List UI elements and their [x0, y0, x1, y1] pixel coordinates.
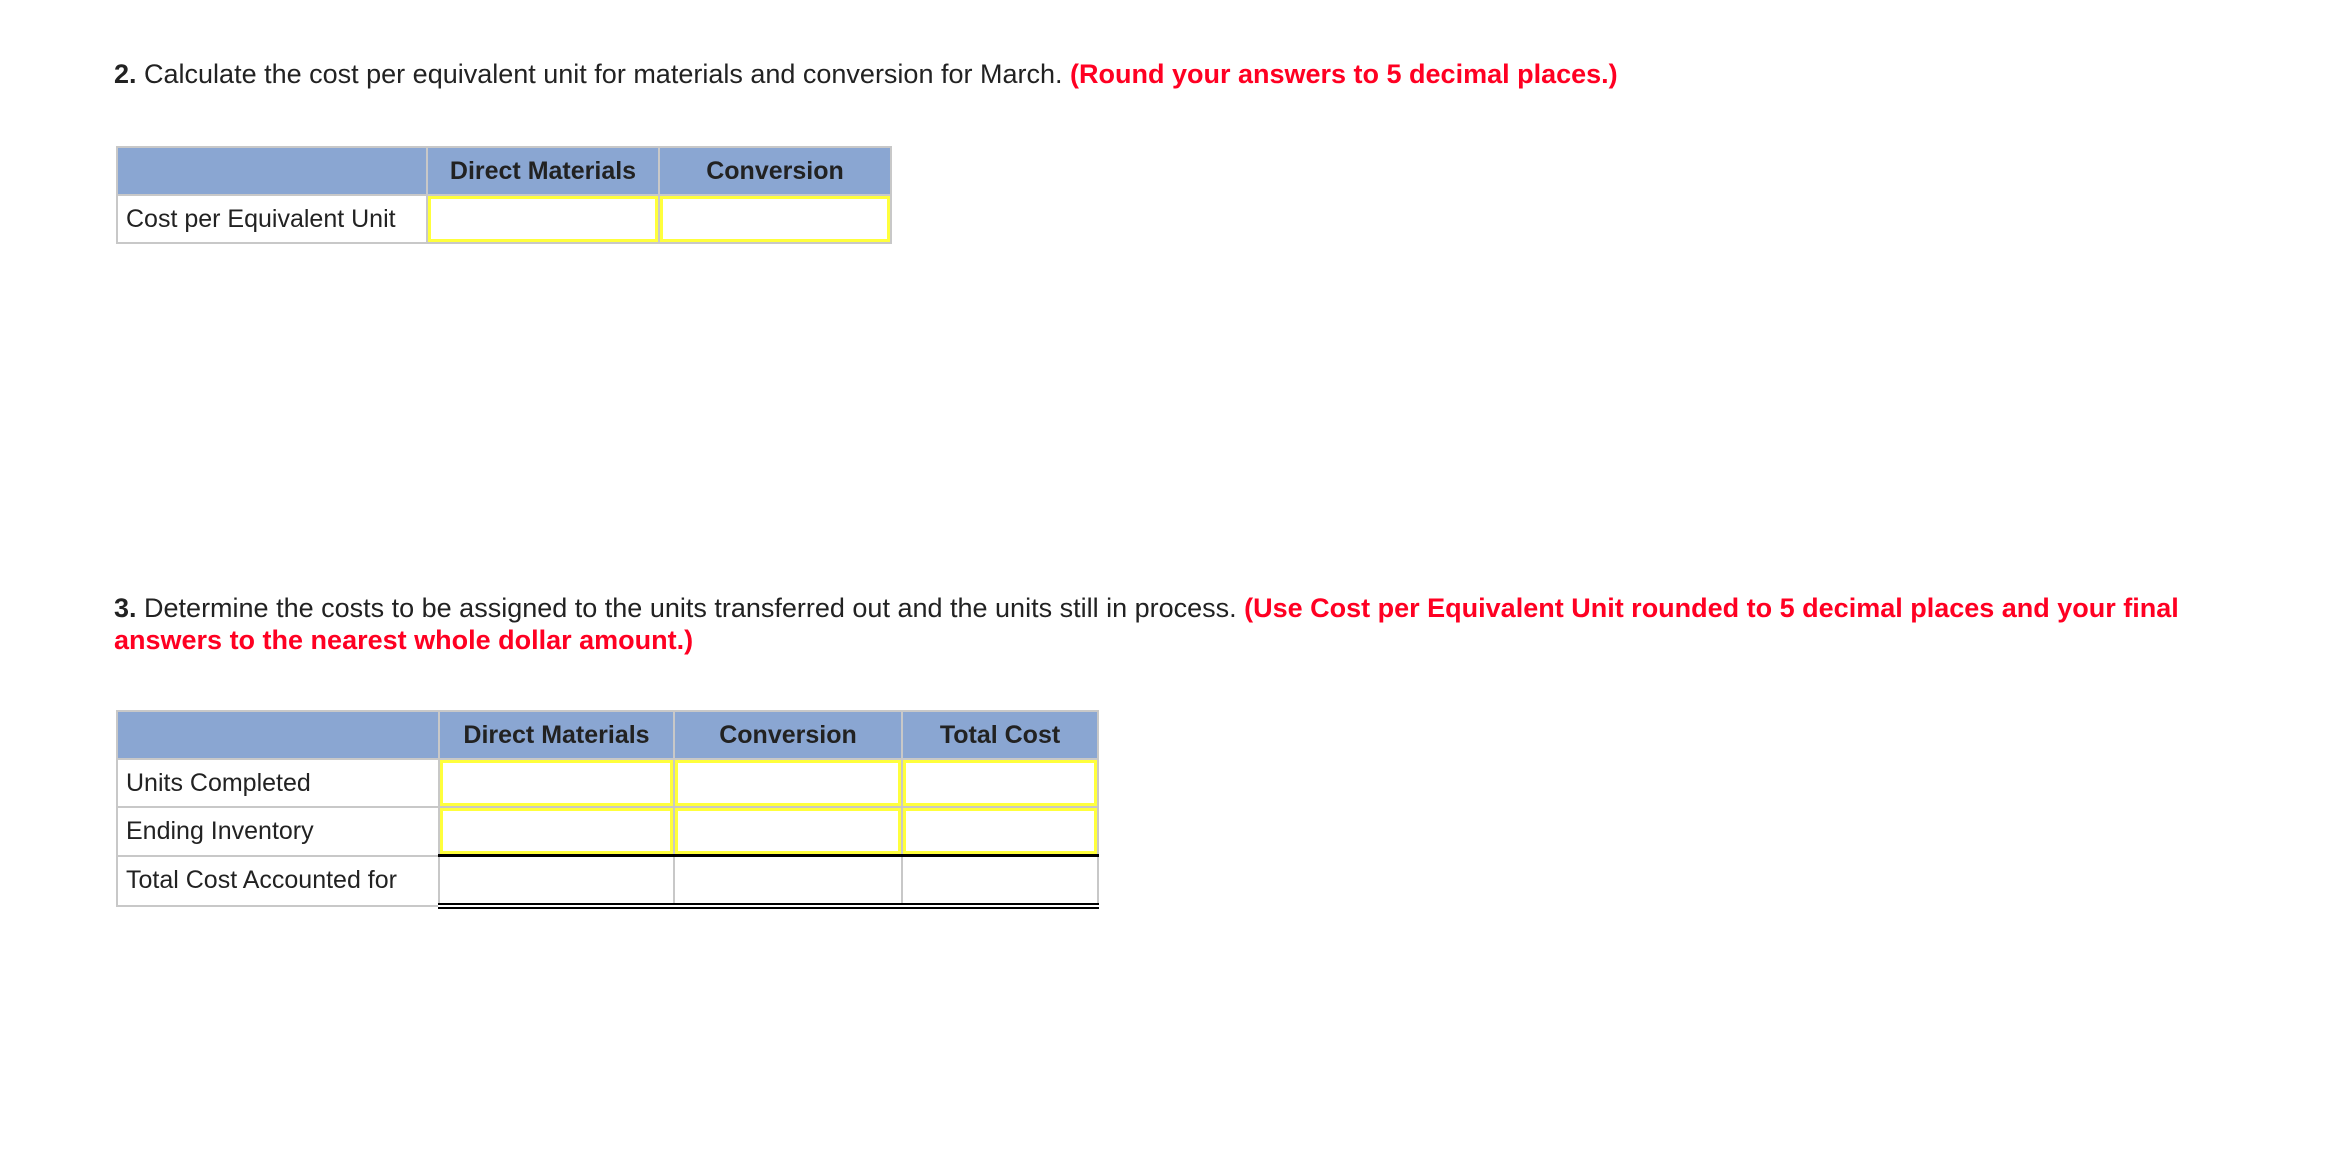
table-header-row: Direct Materials Conversion [116, 146, 892, 196]
question-3-text: Determine the costs to be assigned to th… [136, 593, 1245, 623]
header-direct-materials: Direct Materials [426, 146, 660, 196]
cost-per-equivalent-unit-table: Direct Materials Conversion Cost per Equ… [116, 146, 892, 244]
question-3-number: 3. [114, 593, 137, 623]
cell-direct-materials-total [438, 854, 675, 909]
cell-direct-materials [438, 758, 675, 808]
header-conversion: Conversion [673, 710, 903, 760]
row-label-total-cost-accounted-for: Total Cost Accounted for [116, 854, 440, 907]
question-2-number: 2. [114, 59, 137, 89]
header-blank [116, 710, 440, 760]
total-direct-materials-field [440, 858, 673, 902]
total-conversion-field [675, 858, 901, 902]
ending-inventory-conversion-input[interactable] [675, 808, 901, 854]
table-row: Ending Inventory [116, 806, 1099, 857]
cell-total-cost [901, 806, 1099, 857]
cell-conversion [673, 758, 903, 808]
header-conversion: Conversion [658, 146, 892, 196]
header-blank [116, 146, 428, 196]
table-row-total: Total Cost Accounted for [116, 854, 1099, 909]
cell-conversion-total [673, 854, 903, 909]
table-header-row: Direct Materials Conversion Total Cost [116, 710, 1099, 760]
table-row: Cost per Equivalent Unit [116, 194, 892, 244]
cell-total-cost [901, 758, 1099, 808]
units-completed-conversion-input[interactable] [675, 760, 901, 806]
ending-inventory-total-cost-input[interactable] [903, 808, 1097, 854]
cell-total-cost-total [901, 854, 1099, 909]
cost-assignment-table: Direct Materials Conversion Total Cost U… [116, 710, 1099, 909]
cost-per-eu-conversion-input[interactable] [660, 196, 890, 242]
cell-direct-materials [426, 194, 660, 244]
row-label-units-completed: Units Completed [116, 758, 440, 808]
header-direct-materials: Direct Materials [438, 710, 675, 760]
question-2-instruction: (Round your answers to 5 decimal places.… [1070, 59, 1618, 89]
cost-per-eu-direct-materials-input[interactable] [428, 196, 658, 242]
cell-direct-materials [438, 806, 675, 857]
cell-conversion [673, 806, 903, 857]
cell-conversion [658, 194, 892, 244]
table-row: Units Completed [116, 758, 1099, 808]
ending-inventory-direct-materials-input[interactable] [440, 808, 673, 854]
question-2-prompt: 2. Calculate the cost per equivalent uni… [114, 58, 2314, 90]
header-total-cost: Total Cost [901, 710, 1099, 760]
question-2-text: Calculate the cost per equivalent unit f… [136, 59, 1070, 89]
units-completed-total-cost-input[interactable] [903, 760, 1097, 806]
units-completed-direct-materials-input[interactable] [440, 760, 673, 806]
total-cost-accounted-for-field [903, 858, 1097, 902]
question-3-prompt: 3. Determine the costs to be assigned to… [114, 592, 2274, 656]
row-label-cost-per-equivalent-unit: Cost per Equivalent Unit [116, 194, 428, 244]
row-label-ending-inventory: Ending Inventory [116, 806, 440, 857]
